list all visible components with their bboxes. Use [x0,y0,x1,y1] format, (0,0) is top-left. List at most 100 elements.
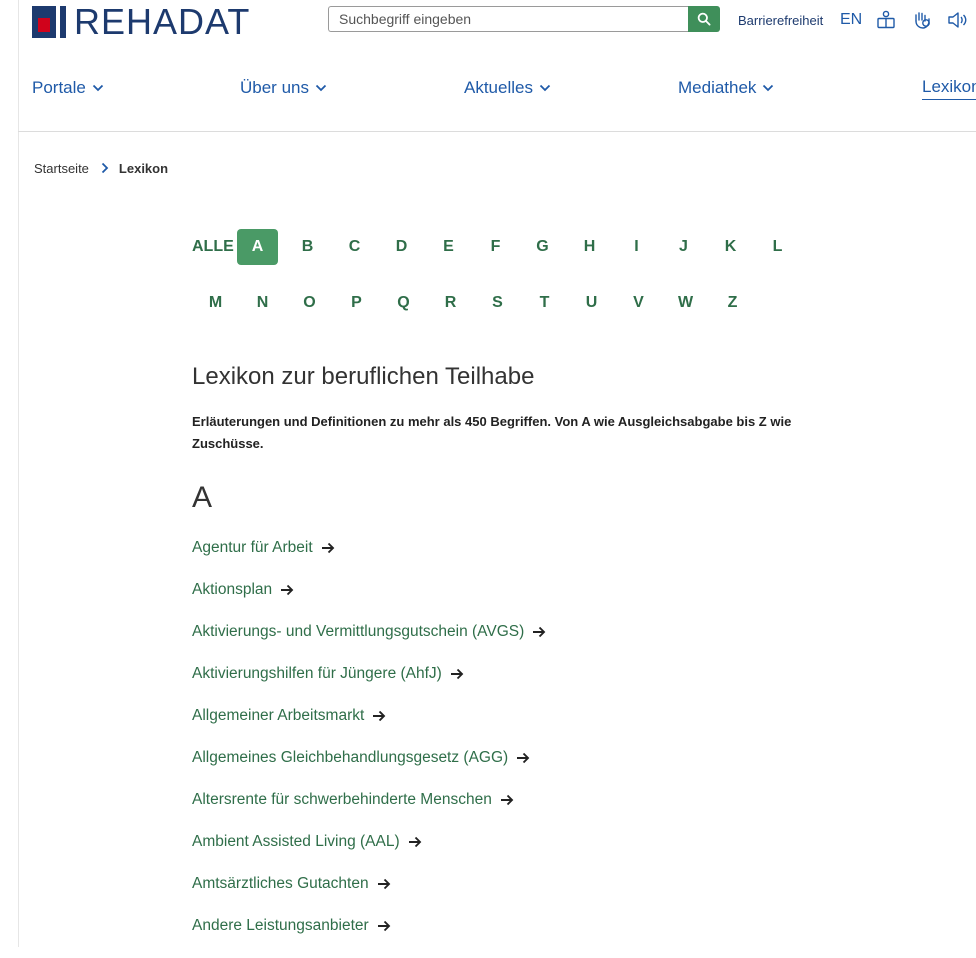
letter-filter-b[interactable]: B [284,229,331,265]
list-item: Amtsärztliches Gutachten [192,874,546,916]
nav-lexikon[interactable]: Lexikon [922,76,976,100]
nav-mediathek[interactable]: Mediathek [678,76,774,100]
search-input[interactable] [329,7,688,31]
nav-aktuelles[interactable]: Aktuelles [464,76,551,100]
term-link[interactable]: Allgemeiner Arbeitsmarkt [192,706,386,726]
page-left-border [18,0,19,947]
letter-filter-v[interactable]: V [615,285,662,321]
letter-filter-r[interactable]: R [427,285,474,321]
term-label: Ambient Assisted Living (AAL) [192,833,400,850]
letter-filter-c[interactable]: C [331,229,378,265]
letter-filter-t[interactable]: T [521,285,568,321]
nav-mediathek-label: Mediathek [678,78,757,97]
letter-filter-h[interactable]: H [566,229,613,265]
term-label: Aktivierungshilfen für Jüngere (AhfJ) [192,665,442,682]
nav-ueber-uns-label: Über uns [240,78,309,97]
term-label: Allgemeines Gleichbehandlungsgesetz (AGG… [192,749,509,766]
letter-filter-f[interactable]: F [472,229,519,265]
read-aloud-speaker-icon[interactable] [946,8,970,32]
term-link[interactable]: Amtsärztliches Gutachten [192,874,391,894]
accessibility-link[interactable]: Barrierefreiheit [738,8,823,32]
logo-mark-icon [32,6,68,38]
letter-filter-w[interactable]: W [662,285,709,321]
term-label: Allgemeiner Arbeitsmarkt [192,707,365,724]
arrow-right-icon [533,626,546,638]
term-label: Agentur für Arbeit [192,539,313,556]
letter-filter-e[interactable]: E [425,229,472,265]
term-label: Aktionsplan [192,581,273,598]
letter-filter-u[interactable]: U [568,285,615,321]
term-label: Andere Leistungsanbieter [192,917,369,934]
term-link[interactable]: Ambient Assisted Living (AAL) [192,832,422,852]
letter-filter-a[interactable]: A [237,229,278,265]
letter-filter-q[interactable]: Q [380,285,427,321]
nav-portale-label: Portale [32,78,86,97]
letter-filter-alle[interactable]: ALLE [192,229,237,265]
arrow-right-icon [321,542,334,554]
term-link[interactable]: Andere Leistungsanbieter [192,916,391,936]
nav-divider [18,131,976,132]
term-link[interactable]: Aktivierungshilfen für Jüngere (AhfJ) [192,664,464,684]
nav-ueber-uns[interactable]: Über uns [240,76,327,100]
easy-language-icon[interactable] [874,8,898,32]
rehadat-logo[interactable]: REHADAT [32,4,250,40]
nav-portale[interactable]: Portale [32,76,104,100]
sign-language-icon[interactable] [910,8,934,32]
letter-filter-p[interactable]: P [333,285,380,321]
chevron-down-icon [539,84,551,92]
list-item: Andere Leistungsanbieter [192,916,546,958]
letter-filter-s[interactable]: S [474,285,521,321]
letter-filter-z[interactable]: Z [709,285,756,321]
page-title: Lexikon zur beruflichen Teilhabe [192,363,535,390]
term-link[interactable]: Aktivierungs- und Vermittlungsgutschein … [192,622,546,642]
arrow-right-icon [377,920,390,932]
arrow-right-icon [281,584,294,596]
language-switch-en[interactable]: EN [840,8,862,32]
list-item: Agentur für Arbeit [192,538,546,580]
term-label: Altersrente für schwerbehinderte Mensche… [192,791,492,808]
letter-filter-m[interactable]: M [192,285,239,321]
arrow-right-icon [373,710,386,722]
term-link[interactable]: Agentur für Arbeit [192,538,335,558]
arrow-right-icon [377,878,390,890]
term-label: Aktivierungs- und Vermittlungsgutschein … [192,623,525,640]
letter-filter-j[interactable]: J [660,229,707,265]
chevron-right-icon [101,162,109,174]
letter-filter-l[interactable]: L [754,229,801,265]
term-link[interactable]: Aktionsplan [192,580,294,600]
arrow-right-icon [450,668,464,680]
alphabet-row-2: M N O P Q R S T U V W Z [192,285,801,321]
alphabet-row-1: ALLE A B C D E F G H I J K L [192,229,801,265]
letter-filter-d[interactable]: D [378,229,425,265]
term-link[interactable]: Altersrente für schwerbehinderte Mensche… [192,790,514,810]
term-list: Agentur für Arbeit Aktionsplan Aktivieru… [192,538,546,958]
list-item: Allgemeiner Arbeitsmarkt [192,706,546,748]
list-item: Aktivierungs- und Vermittlungsgutschein … [192,622,546,664]
section-letter-heading: A [192,481,213,514]
letter-filter-g[interactable]: G [519,229,566,265]
arrow-right-icon [517,752,530,764]
arrow-right-icon [500,794,514,806]
chevron-down-icon [315,84,327,92]
letter-filter-i[interactable]: I [613,229,660,265]
term-label: Amtsärztliches Gutachten [192,875,369,892]
search-button[interactable] [688,6,720,32]
chevron-down-icon [763,84,774,92]
chevron-down-icon [92,84,104,92]
arrow-right-icon [408,836,421,848]
list-item: Ambient Assisted Living (AAL) [192,832,546,874]
breadcrumb-home-link[interactable]: Startseite [34,161,89,176]
list-item: Altersrente für schwerbehinderte Mensche… [192,790,546,832]
list-item: Allgemeines Gleichbehandlungsgesetz (AGG… [192,748,546,790]
nav-aktuelles-label: Aktuelles [464,78,533,97]
term-link[interactable]: Allgemeines Gleichbehandlungsgesetz (AGG… [192,748,530,768]
list-item: Aktionsplan [192,580,546,622]
logo-text: REHADAT [74,1,251,42]
letter-filter-n[interactable]: N [239,285,286,321]
search-icon [697,12,711,26]
list-item: Aktivierungshilfen für Jüngere (AhfJ) [192,664,546,706]
breadcrumb-current: Lexikon [118,160,169,176]
letter-filter-o[interactable]: O [286,285,333,321]
intro-text: Erläuterungen und Definitionen zu mehr a… [192,414,792,451]
letter-filter-k[interactable]: K [707,229,754,265]
